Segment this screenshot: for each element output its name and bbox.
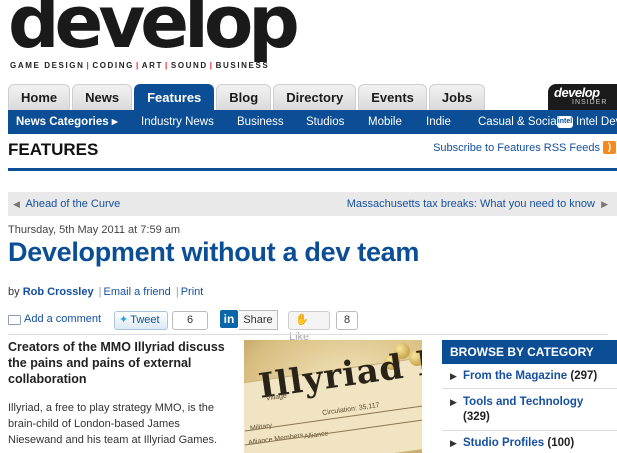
develop-logo[interactable]: develop GAME DESIGN | CODING | ART | SOUND | BUS…: [8, 0, 338, 78]
main-nav: Home News Features Blog Directory Events…: [8, 84, 487, 111]
article-pager: ◀ Ahead of the Curve Massachusetts tax b…: [8, 192, 617, 216]
tagline-separator: |: [135, 61, 140, 70]
tab-blog[interactable]: Blog: [216, 84, 272, 111]
print-link[interactable]: Print: [181, 286, 204, 298]
tagline-item: SOUND: [170, 61, 208, 70]
tab-news[interactable]: News: [72, 84, 133, 111]
thumbs-up-icon: ✋: [295, 314, 309, 326]
bullet-icon: ▶: [450, 397, 457, 407]
intel-icon: intel: [557, 116, 573, 128]
article-headline: Development without a dev team: [8, 237, 420, 267]
subnav-item-mobile[interactable]: Mobile: [368, 110, 402, 134]
tab-events[interactable]: Events: [358, 84, 427, 111]
bullet-icon: ▶: [450, 438, 457, 448]
article-date: Thursday, 5th May 2011 at 7:59 am: [8, 224, 181, 236]
sidebar-item-count: (297): [570, 370, 598, 382]
sidebar-item-label: Tools and Technology: [463, 396, 584, 408]
sidebar-item-label: From the Magazine: [463, 370, 568, 382]
byline-separator: |: [175, 286, 179, 298]
sidebar-item-label: Studio Profiles: [463, 437, 545, 449]
article-standfirst: Creators of the MMO Illyriad discuss the…: [8, 340, 225, 386]
category-nav: News Categories ▸ Industry News Business…: [8, 110, 617, 134]
social-divider: [8, 334, 608, 335]
tagline-separator: |: [165, 61, 169, 70]
email-friend-link[interactable]: Email a friend: [104, 286, 171, 298]
rss-icon[interactable]: ): [603, 141, 616, 154]
subnav-item-intel-dev[interactable]: Intel Dev: [576, 110, 617, 134]
sidebar-heading: BROWSE BY CATEGORY: [442, 340, 617, 364]
subnav-item-casual-social[interactable]: Casual & Social: [478, 110, 559, 134]
develop-insider-logo[interactable]: develop INSIDER: [548, 84, 617, 110]
sidebar-item-count: (100): [547, 437, 575, 449]
browse-by-category: BROWSE BY CATEGORY ▶ From the Magazine (…: [442, 340, 617, 453]
tagline-separator: |: [209, 61, 214, 70]
tab-directory[interactable]: Directory: [273, 84, 357, 111]
arrow-right-icon: ▶: [601, 199, 608, 209]
logo-wordmark: develop: [8, 0, 300, 64]
sidebar-separator: [442, 388, 617, 389]
previous-article-link[interactable]: ◀ Ahead of the Curve: [13, 192, 120, 216]
section-divider: [8, 168, 617, 171]
tab-features[interactable]: Features: [134, 84, 215, 111]
like-count: 8: [336, 311, 358, 330]
news-categories-menu[interactable]: News Categories ▸: [16, 110, 118, 134]
arrow-left-icon: ◀: [13, 199, 20, 209]
article-body: Illyriad, a free to play strategy MMO, i…: [8, 402, 218, 446]
tweet-button[interactable]: ✦ Tweet: [114, 311, 168, 330]
add-comment-link[interactable]: Add a comment: [24, 313, 101, 325]
insider-wordmark: develop: [554, 85, 600, 100]
subnav-item-indie[interactable]: Indie: [426, 110, 451, 134]
twitter-bird-icon: ✦: [119, 314, 129, 326]
subnav-item-studios[interactable]: Studios: [306, 110, 344, 134]
tagline-item: BUSINESS: [215, 61, 270, 70]
tagline-item: GAME DESIGN: [10, 61, 85, 70]
next-article-link[interactable]: Massachusetts tax breaks: What you need …: [347, 192, 608, 216]
next-article-title: Massachusetts tax breaks: What you need …: [346, 198, 595, 210]
comment-icon: [8, 315, 21, 325]
rss-subscribe-link[interactable]: Subscribe to Features RSS Feeds: [433, 142, 600, 154]
linkedin-icon: in: [220, 310, 238, 328]
previous-article-title: Ahead of the Curve: [25, 198, 121, 210]
section-title: FEATURES: [8, 140, 99, 159]
share-label: Share: [239, 310, 278, 330]
byline-prefix: by: [8, 286, 20, 298]
like-button[interactable]: ✋Like: [288, 311, 330, 343]
insider-subtitle: INSIDER: [572, 99, 608, 106]
byline-separator: |: [98, 286, 102, 298]
article-image[interactable]: Illyriad He Village Circulation: 35,117 …: [244, 340, 422, 453]
tweet-label: Tweet: [130, 314, 160, 326]
tab-home[interactable]: Home: [8, 84, 71, 111]
tab-jobs[interactable]: Jobs: [428, 84, 486, 111]
subnav-item-business[interactable]: Business: [237, 110, 284, 134]
tweet-count: 6: [172, 311, 208, 330]
tagline-item: CODING: [92, 61, 134, 70]
tagline-item: ART: [141, 61, 164, 70]
sidebar-separator: [442, 430, 617, 431]
logo-tagline: GAME DESIGN | CODING | ART | SOUND | BUSINESS: [10, 61, 269, 70]
author-link[interactable]: Rob Crossley: [23, 286, 94, 298]
subnav-item-industry-news[interactable]: Industry News: [141, 110, 214, 134]
byline: by Rob Crossley | Email a friend | Print: [8, 286, 203, 298]
bullet-icon: ▶: [450, 371, 457, 381]
sidebar-item-count: (329): [463, 411, 490, 423]
